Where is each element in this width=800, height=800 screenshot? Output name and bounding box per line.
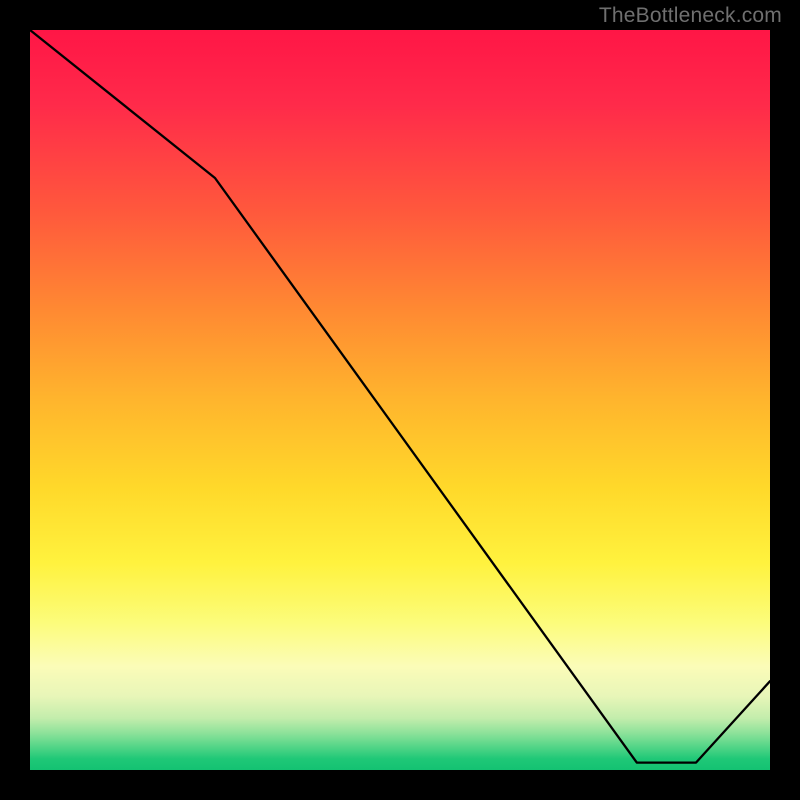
watermark-text: TheBottleneck.com: [599, 4, 782, 28]
bottleneck-curve: [30, 30, 770, 763]
plot-area: [30, 30, 770, 770]
chart-frame: TheBottleneck.com: [0, 0, 800, 800]
chart-svg: [30, 30, 770, 770]
